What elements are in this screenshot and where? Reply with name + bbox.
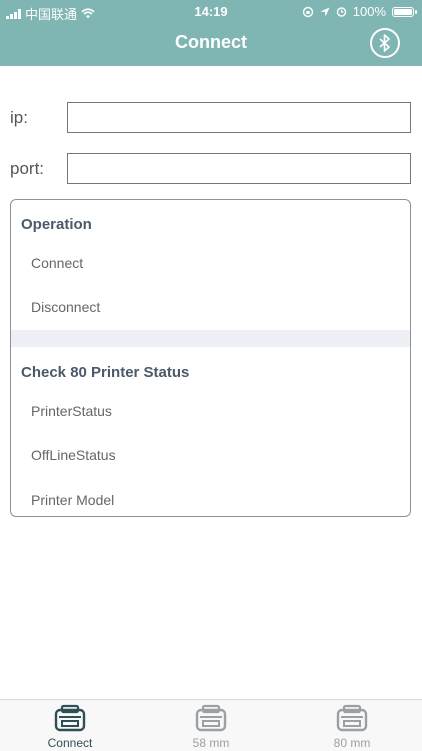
tab-58mm-label: 58 mm (192, 736, 230, 750)
printer-icon (195, 704, 227, 732)
battery-percent: 100% (352, 4, 386, 19)
connect-row[interactable]: Connect (31, 255, 83, 271)
operation-header: Operation (21, 216, 92, 233)
printer-icon (336, 704, 368, 732)
bluetooth-icon (379, 34, 390, 52)
port-input[interactable] (67, 153, 411, 184)
operation-panel: Operation Connect Disconnect Check 80 Pr… (10, 199, 411, 517)
offline-status-row[interactable]: OffLineStatus (31, 447, 116, 463)
tab-80mm[interactable]: 80 mm (282, 700, 422, 751)
printer-model-row[interactable]: Printer Model (31, 492, 114, 508)
tab-80mm-label: 80 mm (333, 736, 371, 750)
printer-icon (54, 704, 86, 732)
tab-58mm[interactable]: 58 mm (141, 700, 281, 751)
ip-label: ip: (10, 108, 28, 127)
orientation-lock-icon (302, 6, 313, 17)
navigation-bar: 中国联通 14:19 100% Connect (0, 0, 422, 66)
section-divider (11, 330, 410, 347)
port-label: port: (10, 159, 45, 178)
location-icon (320, 7, 330, 16)
tab-connect[interactable]: Connect (0, 700, 140, 751)
bluetooth-button[interactable] (370, 28, 400, 58)
battery-icon (392, 6, 417, 17)
alarm-icon (336, 7, 346, 17)
ip-input[interactable] (67, 102, 411, 133)
status-right: 100% (302, 4, 417, 19)
printer-status-header: Check 80 Printer Status (21, 364, 190, 381)
disconnect-row[interactable]: Disconnect (31, 299, 100, 315)
status-bar: 中国联通 14:19 100% (0, 0, 422, 22)
page-title: Connect (175, 32, 247, 52)
tab-connect-label: Connect (47, 736, 93, 750)
tab-bar: Connect 58 mm 80 mm (0, 699, 422, 751)
printer-status-row[interactable]: PrinterStatus (31, 403, 112, 419)
